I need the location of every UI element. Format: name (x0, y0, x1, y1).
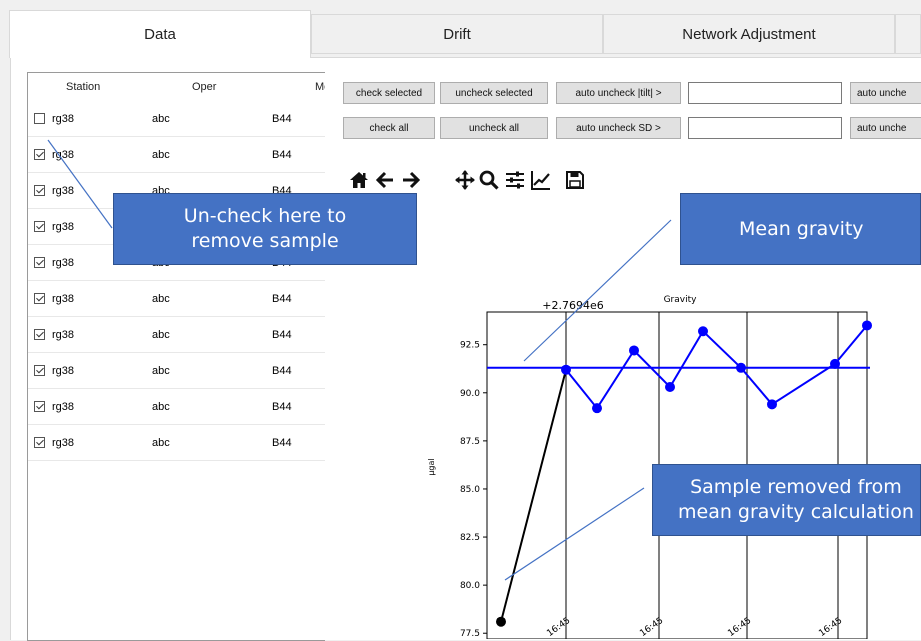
meter-cell: B44 (272, 113, 292, 125)
meter-cell: B44 (272, 365, 292, 377)
meter-cell: B44 (272, 437, 292, 449)
samples-table: Station Oper Me rg38abcB44rg38abcB44rg38… (27, 72, 325, 641)
table-row[interactable]: rg38 abc B44 (28, 102, 325, 137)
oper-cell: abc (152, 437, 170, 449)
uncheck-selected-button[interactable]: uncheck selected (440, 82, 548, 104)
tab-drift[interactable]: Drift (311, 14, 603, 54)
tab-network-adjustment-label: Network Adjustment (682, 25, 816, 43)
sd-threshold-input[interactable] (688, 117, 842, 139)
include-checkbox[interactable] (34, 437, 45, 448)
table-row[interactable]: rg38 abc B44 (28, 282, 325, 317)
oper-cell: abc (152, 365, 170, 377)
auto-uncheck-sd-button[interactable]: auto uncheck SD > (556, 117, 681, 139)
station-cell: rg38 (52, 185, 75, 197)
tab-bar: Data Drift Network Adjustment (0, 0, 921, 58)
auto-uncheck-button-2[interactable]: auto unche (850, 117, 921, 139)
check-selected-button[interactable]: check selected (343, 82, 435, 104)
table-row[interactable]: rg38 abc B44 (28, 390, 325, 425)
station-cell: rg38 (52, 365, 75, 377)
callout-uncheck-text: Un-check here to remove sample (183, 205, 347, 252)
oper-cell: abc (152, 149, 170, 161)
check-all-button[interactable]: check all (343, 117, 435, 139)
tab-drift-label: Drift (443, 25, 471, 43)
station-cell: rg38 (52, 293, 75, 305)
back-arrow-icon[interactable] (374, 166, 396, 194)
include-checkbox[interactable] (34, 329, 45, 340)
tilt-threshold-input[interactable] (688, 82, 842, 104)
table-row[interactable]: rg38 abc B44 (28, 138, 325, 173)
station-cell: rg38 (52, 221, 75, 233)
tab-data-label: Data (144, 26, 176, 43)
table-row[interactable]: rg38 abc B44 (28, 354, 325, 389)
callout-mean-gravity: Mean gravity (680, 193, 921, 265)
meter-cell: B44 (272, 293, 292, 305)
column-header-meter[interactable]: Me (315, 81, 325, 93)
oper-cell: abc (152, 329, 170, 341)
include-checkbox[interactable] (34, 365, 45, 376)
auto-uncheck-button-1[interactable]: auto unche (850, 82, 921, 104)
uncheck-all-button[interactable]: uncheck all (440, 117, 548, 139)
station-cell: rg38 (52, 113, 75, 125)
configure-subplots-icon[interactable] (504, 166, 526, 194)
pan-icon[interactable] (454, 166, 476, 194)
station-cell: rg38 (52, 437, 75, 449)
tab-data[interactable]: Data (9, 10, 311, 58)
include-checkbox[interactable] (34, 185, 45, 196)
save-icon[interactable] (564, 166, 586, 194)
callout-mean-text: Mean gravity (739, 217, 864, 240)
callout-uncheck-note: Un-check here to remove sample (113, 193, 417, 265)
meter-cell: B44 (272, 401, 292, 413)
edit-axis-icon[interactable] (530, 166, 552, 194)
zoom-icon[interactable] (478, 166, 500, 194)
auto-uncheck-tilt-button[interactable]: auto uncheck |tilt| > (556, 82, 681, 104)
include-checkbox[interactable] (34, 221, 45, 232)
include-checkbox[interactable] (34, 149, 45, 160)
include-checkbox[interactable] (34, 293, 45, 304)
include-checkbox[interactable] (34, 401, 45, 412)
station-cell: rg38 (52, 149, 75, 161)
callout-sample-removed: Sample removed from mean gravity calcula… (652, 464, 921, 536)
station-cell: rg38 (52, 401, 75, 413)
meter-cell: B44 (272, 149, 292, 161)
oper-cell: abc (152, 113, 170, 125)
meter-cell: B44 (272, 329, 292, 341)
oper-cell: abc (152, 293, 170, 305)
home-icon[interactable] (348, 166, 370, 194)
callout-removed-text: Sample removed from mean gravity calcula… (678, 476, 914, 523)
station-cell: rg38 (52, 257, 75, 269)
tab-overflow[interactable] (895, 14, 921, 54)
table-row[interactable]: rg38 abc B44 (28, 426, 325, 461)
oper-cell: abc (152, 401, 170, 413)
station-cell: rg38 (52, 329, 75, 341)
forward-arrow-icon[interactable] (400, 166, 422, 194)
table-row[interactable]: rg38 abc B44 (28, 318, 325, 353)
include-checkbox[interactable] (34, 257, 45, 268)
column-header-oper[interactable]: Oper (192, 81, 216, 93)
include-checkbox[interactable] (34, 113, 45, 124)
tab-network-adjustment[interactable]: Network Adjustment (603, 14, 895, 54)
column-header-station[interactable]: Station (66, 81, 100, 93)
